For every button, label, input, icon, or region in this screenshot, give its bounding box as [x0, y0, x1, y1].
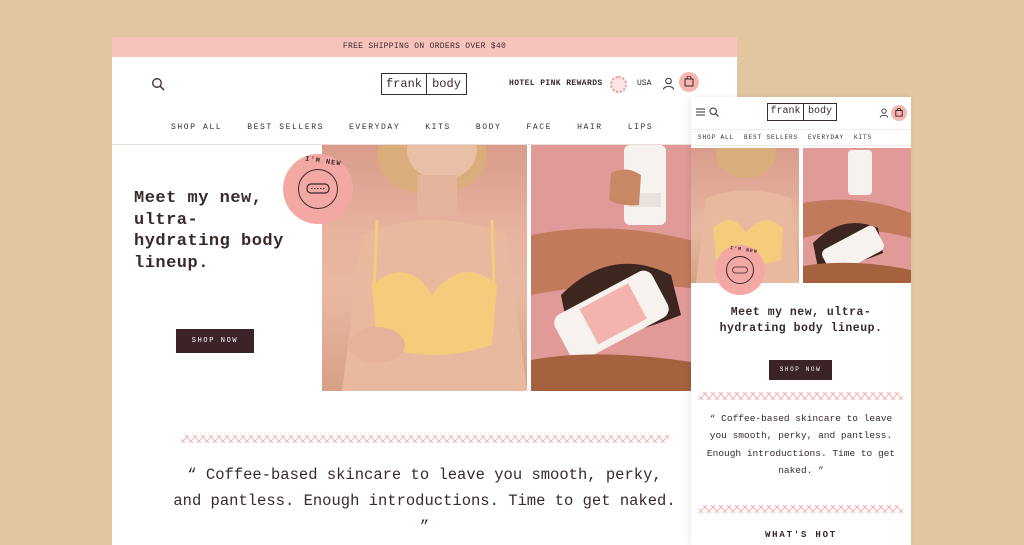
menu-icon[interactable]: [696, 108, 705, 116]
nav-item-kits[interactable]: KITS: [854, 134, 872, 141]
logo-frank: frank: [770, 106, 801, 117]
nav-item-kits[interactable]: KITS: [425, 123, 451, 132]
logo-body: body: [432, 77, 461, 91]
cart-icon: [684, 76, 694, 87]
nav-item-body[interactable]: BODY: [476, 123, 502, 132]
nav-item-hair[interactable]: HAIR: [577, 123, 603, 132]
zigzag-divider: [699, 505, 903, 513]
logo-frank: frank: [385, 77, 422, 91]
shop-now-button[interactable]: SHOP NOW: [769, 360, 832, 380]
nav-item-everyday[interactable]: EVERYDAY: [349, 123, 400, 132]
user-icon[interactable]: [662, 77, 675, 90]
user-icon[interactable]: [879, 108, 889, 118]
mobile-nav: SHOP ALL BEST SELLERS EVERYDAY KITS: [691, 129, 911, 146]
cart-button[interactable]: [891, 105, 907, 121]
nav-item-best-sellers[interactable]: BEST SELLERS: [247, 123, 324, 132]
im-new-sticker: I'M NEW: [283, 154, 353, 224]
nav-item-everyday[interactable]: EVERYDAY: [808, 134, 844, 141]
zigzag-divider: [181, 435, 669, 443]
model-photo: [322, 145, 527, 391]
cart-icon: [895, 108, 903, 117]
cart-button[interactable]: [679, 72, 699, 92]
shipping-banner: FREE SHIPPING ON ORDERS OVER $40: [112, 37, 737, 57]
shop-now-button[interactable]: SHOP NOW: [176, 329, 254, 353]
brand-quote: “ Coffee-based skincare to leave you smo…: [173, 466, 676, 536]
search-icon[interactable]: [151, 77, 165, 91]
mobile-header: frank body: [691, 97, 911, 129]
nav-item-shop-all[interactable]: SHOP ALL: [171, 123, 222, 132]
region-selector[interactable]: USA: [637, 78, 651, 90]
product-photo: [803, 148, 911, 283]
brand-logo[interactable]: frank body: [381, 73, 467, 95]
section-title: WHAT'S HOT: [764, 530, 837, 540]
main-nav: SHOP ALL BEST SELLERS EVERYDAY KITS BODY…: [112, 111, 737, 145]
hero-title: Meet my new, ultra-hydrating body lineup…: [719, 306, 883, 335]
rewards-link[interactable]: HOTEL PINK REWARDS: [509, 77, 603, 91]
hero-section: Meet my new, ultra-hydrating body lineup…: [112, 145, 737, 395]
desktop-frame: FREE SHIPPING ON ORDERS OVER $40 frank b…: [112, 37, 737, 545]
nav-item-best-sellers[interactable]: BEST SELLERS: [744, 134, 798, 141]
nav-item-lips[interactable]: LIPS: [628, 123, 654, 132]
nav-item-face[interactable]: FACE: [526, 123, 552, 132]
brand-logo[interactable]: frank body: [767, 103, 837, 121]
hero-title: Meet my new, ultra-hydrating body lineup…: [134, 189, 284, 273]
zigzag-divider: [699, 392, 903, 400]
im-new-sticker: I'M NEW: [715, 245, 765, 295]
nav-item-shop-all[interactable]: SHOP ALL: [698, 134, 734, 141]
rewards-badge-icon[interactable]: [610, 76, 627, 93]
brand-quote: “ Coffee-based skincare to leave you smo…: [706, 413, 896, 476]
mobile-frame: frank body SHOP ALL BEST SELLERS EVERYDA…: [691, 97, 911, 545]
desktop-header: frank body HOTEL PINK REWARDS USA: [112, 57, 737, 111]
search-icon[interactable]: [709, 107, 719, 117]
logo-body: body: [807, 106, 832, 117]
